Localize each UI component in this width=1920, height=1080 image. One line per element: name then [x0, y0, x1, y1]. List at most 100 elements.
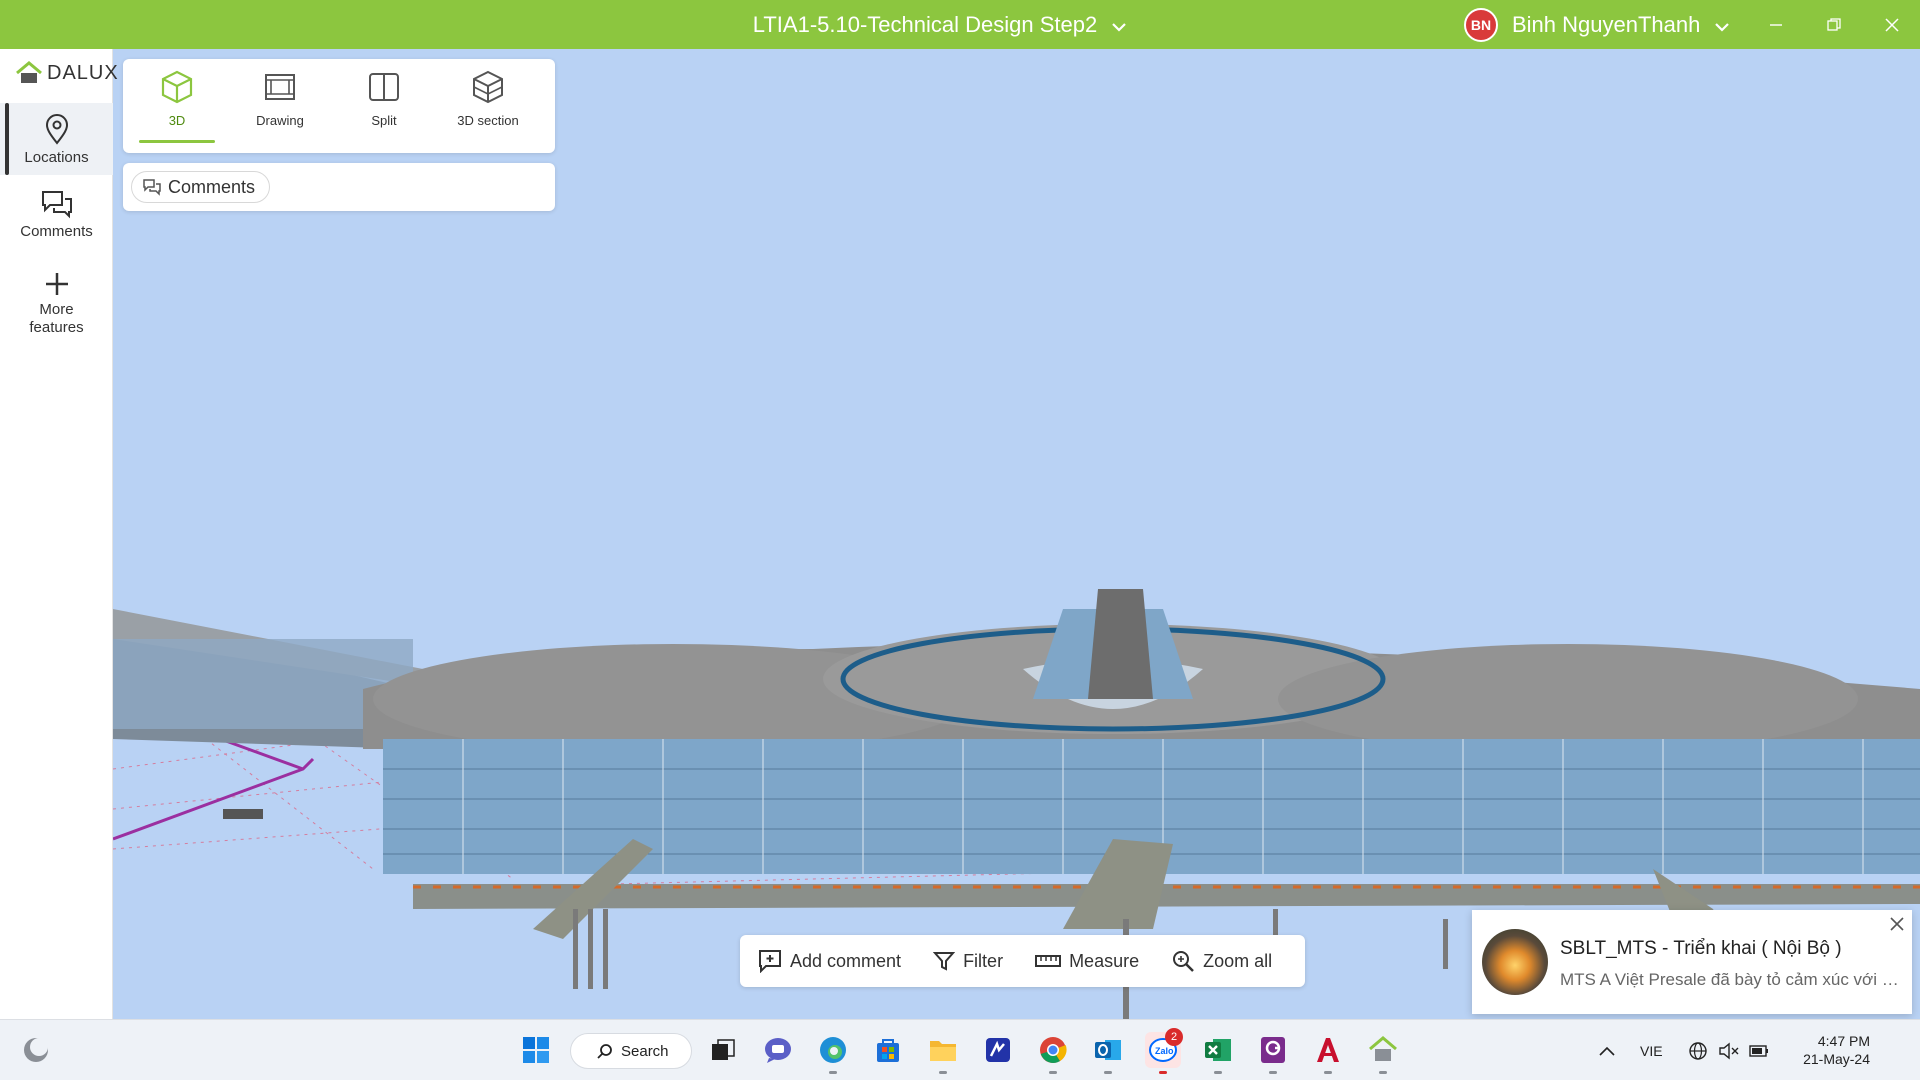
- zoom-all-button[interactable]: Zoom all: [1171, 949, 1272, 973]
- running-indicator: [829, 1071, 837, 1074]
- measure-label: Measure: [1069, 950, 1140, 971]
- avatar: BN: [1464, 8, 1498, 42]
- measure-button[interactable]: Measure: [1035, 951, 1139, 972]
- view-mode-label: 3D: [168, 113, 186, 128]
- notification-body: MTS A Việt Presale đã bày tỏ cảm xúc với…: [1560, 970, 1900, 989]
- view-mode-3d-section-button[interactable]: 3D section: [443, 69, 533, 147]
- app-icon: [986, 1038, 1010, 1062]
- edge-button[interactable]: [815, 1032, 851, 1074]
- network-button[interactable]: [1688, 1020, 1708, 1080]
- task-view-button[interactable]: [705, 1032, 741, 1068]
- app-button[interactable]: [980, 1032, 1016, 1068]
- view-mode-3d-button[interactable]: 3D: [132, 69, 222, 147]
- autocad-button[interactable]: [1310, 1032, 1346, 1074]
- sidebar-item-label: Comments: [20, 223, 93, 240]
- language-label: VIE: [1640, 1042, 1663, 1059]
- pdf-icon: [1261, 1037, 1285, 1063]
- title-bar: LTIA1-5.10-Technical Design Step2 BN Bin…: [0, 0, 1920, 49]
- user-name: Binh NguyenThanh: [1512, 12, 1701, 37]
- clock-time: 4:47 PM: [1817, 1033, 1870, 1049]
- comments-panel: Comments: [123, 163, 555, 211]
- zoom-all-label: Zoom all: [1203, 950, 1273, 971]
- language-indicator[interactable]: VIE: [1640, 1020, 1663, 1080]
- windows-taskbar: Search Zalo 2 VIE 4:47 PM 21-May-24: [0, 1019, 1920, 1080]
- comments-icon: [143, 179, 161, 196]
- view-mode-drawing-button[interactable]: Drawing: [235, 69, 325, 147]
- show-hidden-icons-button[interactable]: [1598, 1020, 1616, 1080]
- dalux-logo: DALUX: [15, 61, 119, 85]
- cube-icon: [161, 70, 193, 104]
- restore-icon: [1827, 17, 1841, 31]
- running-indicator: [1324, 1071, 1332, 1074]
- view-mode-panel: 3D Drawing Split 3D section: [123, 59, 555, 153]
- zalo-button[interactable]: Zalo 2: [1145, 1028, 1183, 1074]
- outlook-icon: [1095, 1040, 1121, 1060]
- excel-button[interactable]: [1200, 1032, 1236, 1074]
- speaker-muted-icon: [1719, 1042, 1739, 1059]
- search-label: Search: [621, 1042, 669, 1060]
- clock-date: 21-May-24: [1803, 1051, 1870, 1067]
- file-explorer-button[interactable]: [925, 1032, 961, 1074]
- section-cube-icon: [473, 70, 503, 104]
- autocad-icon: [1317, 1038, 1339, 1062]
- project-title: LTIA1-5.10-Technical Design Step2: [752, 11, 1098, 37]
- restore-button[interactable]: [1806, 0, 1862, 49]
- location-pin-icon: [45, 114, 68, 145]
- taskbar-search[interactable]: Search: [570, 1033, 692, 1069]
- folder-icon: [930, 1041, 956, 1061]
- close-icon: [1885, 17, 1899, 32]
- plus-icon: [45, 273, 68, 295]
- chevron-down-icon: [1111, 12, 1127, 38]
- sidebar-item-label: More features: [29, 301, 84, 336]
- sidebar-item-more-features[interactable]: More features: [0, 271, 113, 351]
- notification-close-button[interactable]: [1890, 914, 1904, 937]
- sidebar-item-comments[interactable]: Comments: [0, 189, 113, 253]
- notification-toast[interactable]: SBLT_MTS - Triển khai ( Nội Bộ ) MTS A V…: [1472, 910, 1912, 1014]
- add-comment-icon: [759, 950, 781, 973]
- comments-chip-label: Comments: [168, 176, 256, 197]
- user-menu[interactable]: BN Binh NguyenThanh: [1464, 7, 1730, 43]
- dalux-house-icon: [1369, 1036, 1397, 1061]
- notification-avatar: [1482, 929, 1548, 995]
- volume-button[interactable]: [1718, 1020, 1740, 1080]
- filter-button[interactable]: Filter: [933, 950, 1003, 972]
- view-mode-split-button[interactable]: Split: [339, 69, 429, 147]
- task-view-icon: [712, 1039, 735, 1060]
- globe-icon: [1689, 1041, 1707, 1060]
- comments-filter-chip[interactable]: Comments: [131, 171, 271, 203]
- svg-text:Zalo: Zalo: [1155, 1046, 1174, 1056]
- pdf-app-button[interactable]: [1255, 1032, 1291, 1074]
- sidebar-item-label: Locations: [24, 149, 89, 166]
- close-icon: [1890, 917, 1904, 931]
- dalux-app-button[interactable]: [1365, 1032, 1401, 1074]
- running-indicator: [1379, 1071, 1387, 1074]
- running-indicator: [1159, 1071, 1167, 1074]
- view-mode-label: Drawing: [256, 113, 304, 128]
- system-clock[interactable]: 4:47 PM 21-May-24: [1780, 1032, 1870, 1068]
- left-sidebar: DALUX Locations Comments More features: [0, 49, 118, 1019]
- widgets-button[interactable]: [18, 1032, 54, 1068]
- house-logo-icon: [16, 61, 42, 83]
- outlook-button[interactable]: [1090, 1032, 1126, 1074]
- running-indicator: [939, 1071, 947, 1074]
- sidebar-item-locations[interactable]: Locations: [0, 103, 113, 175]
- weather-icon: [24, 1038, 48, 1062]
- ruler-icon: [1035, 955, 1062, 967]
- battery-icon: [1749, 1044, 1768, 1057]
- add-comment-button[interactable]: Add comment: [758, 949, 901, 973]
- start-button[interactable]: [518, 1032, 554, 1068]
- close-button[interactable]: [1864, 0, 1920, 49]
- notification-title: SBLT_MTS - Triển khai ( Nội Bộ ): [1560, 938, 1842, 959]
- view-mode-label: 3D section: [457, 113, 519, 128]
- search-icon: [597, 1044, 612, 1059]
- minimize-button[interactable]: [1748, 0, 1804, 49]
- filter-icon: [933, 952, 956, 971]
- teams-chat-button[interactable]: [760, 1032, 796, 1068]
- chevron-up-icon: [1599, 1046, 1615, 1056]
- add-comment-label: Add comment: [790, 950, 902, 971]
- chrome-button[interactable]: [1035, 1032, 1071, 1074]
- store-button[interactable]: [870, 1032, 906, 1068]
- chevron-down-icon: [1714, 12, 1730, 38]
- running-indicator: [1269, 1071, 1277, 1074]
- battery-button[interactable]: [1748, 1020, 1770, 1080]
